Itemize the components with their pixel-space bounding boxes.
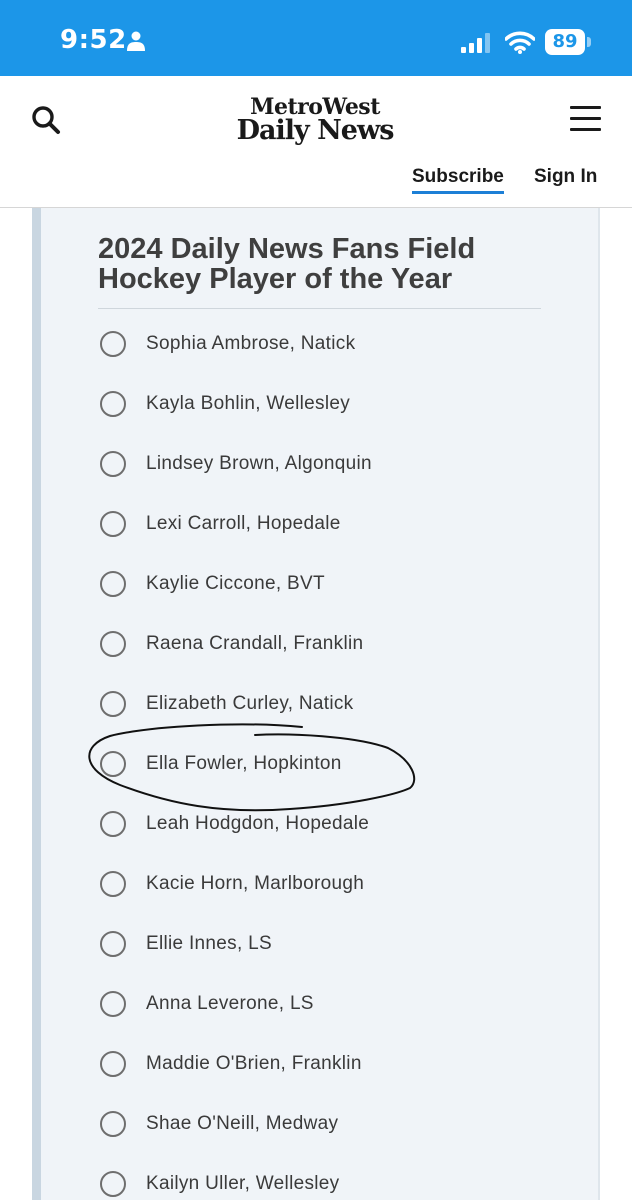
- logo-bottom-text: Daily News: [236, 115, 395, 146]
- radio-button[interactable]: [100, 1111, 126, 1137]
- poll-option-label: Lexi Carroll, Hopedale: [146, 513, 341, 534]
- signal-icon: [461, 33, 490, 53]
- status-time: 9:52: [60, 25, 127, 55]
- person-icon: [127, 31, 145, 51]
- poll-option-label: Elizabeth Curley, Natick: [146, 693, 354, 714]
- poll-option[interactable]: Lindsey Brown, Algonquin: [98, 442, 538, 486]
- poll-option[interactable]: Leah Hodgdon, Hopedale: [98, 802, 538, 846]
- radio-button[interactable]: [100, 571, 126, 597]
- battery-icon: 89: [545, 29, 591, 55]
- poll-title: 2024 Daily News Fans Field Hockey Player…: [98, 233, 476, 295]
- poll-option[interactable]: Kailyn Uller, Wellesley: [98, 1162, 538, 1200]
- site-logo[interactable]: MetroWest Daily News: [230, 96, 400, 144]
- radio-button[interactable]: [100, 751, 126, 777]
- status-bar: 9:52 89: [0, 0, 632, 76]
- poll-option[interactable]: Lexi Carroll, Hopedale: [98, 502, 538, 546]
- site-header: MetroWest Daily News Subscribe Sign In: [0, 76, 632, 208]
- poll-option-label: Kaylie Ciccone, BVT: [146, 573, 325, 594]
- poll-option[interactable]: Kaylie Ciccone, BVT: [98, 562, 538, 606]
- radio-button[interactable]: [100, 631, 126, 657]
- sign-in-link[interactable]: Sign In: [534, 166, 597, 188]
- radio-button[interactable]: [100, 691, 126, 717]
- poll-option-label: Leah Hodgdon, Hopedale: [146, 813, 370, 834]
- radio-button[interactable]: [100, 451, 126, 477]
- menu-icon[interactable]: [570, 106, 602, 132]
- poll-option-label: Ellie Innes, LS: [146, 933, 272, 954]
- battery-tip: [587, 37, 591, 47]
- poll-option[interactable]: Shae O'Neill, Medway: [98, 1102, 538, 1146]
- radio-button[interactable]: [100, 931, 126, 957]
- poll-option[interactable]: Anna Leverone, LS: [98, 982, 538, 1026]
- poll-option-label: Sophia Ambrose, Natick: [146, 333, 356, 354]
- poll-divider: [98, 308, 541, 309]
- poll-option-label: Kacie Horn, Marlborough: [146, 873, 365, 894]
- poll-option[interactable]: Elizabeth Curley, Natick: [98, 682, 538, 726]
- radio-button[interactable]: [100, 391, 126, 417]
- radio-button[interactable]: [100, 331, 126, 357]
- poll-option-label: Ella Fowler, Hopkinton: [146, 753, 342, 774]
- search-icon[interactable]: [30, 104, 62, 136]
- radio-button[interactable]: [100, 1171, 126, 1197]
- battery-level: 89: [545, 29, 585, 55]
- poll-option-label: Anna Leverone, LS: [146, 993, 314, 1014]
- radio-button[interactable]: [100, 871, 126, 897]
- radio-button[interactable]: [100, 811, 126, 837]
- poll-option[interactable]: Kacie Horn, Marlborough: [98, 862, 538, 906]
- poll-option-label: Raena Crandall, Franklin: [146, 633, 364, 654]
- poll-option[interactable]: Sophia Ambrose, Natick: [98, 322, 538, 366]
- poll-option-label: Kailyn Uller, Wellesley: [146, 1173, 340, 1194]
- poll-option-label: Kayla Bohlin, Wellesley: [146, 393, 351, 414]
- radio-button[interactable]: [100, 1051, 126, 1077]
- poll-option-label: Shae O'Neill, Medway: [146, 1113, 339, 1134]
- poll-option[interactable]: Raena Crandall, Franklin: [98, 622, 538, 666]
- radio-button[interactable]: [100, 511, 126, 537]
- radio-button[interactable]: [100, 991, 126, 1017]
- poll-option-label: Lindsey Brown, Algonquin: [146, 453, 372, 474]
- subscribe-link[interactable]: Subscribe: [412, 166, 504, 194]
- wifi-icon: [505, 31, 535, 54]
- poll-option[interactable]: Maddie O'Brien, Franklin: [98, 1042, 538, 1086]
- poll-option[interactable]: Ella Fowler, Hopkinton: [98, 742, 538, 786]
- poll-option[interactable]: Kayla Bohlin, Wellesley: [98, 382, 538, 426]
- poll-option-label: Maddie O'Brien, Franklin: [146, 1053, 362, 1074]
- poll-option[interactable]: Ellie Innes, LS: [98, 922, 538, 966]
